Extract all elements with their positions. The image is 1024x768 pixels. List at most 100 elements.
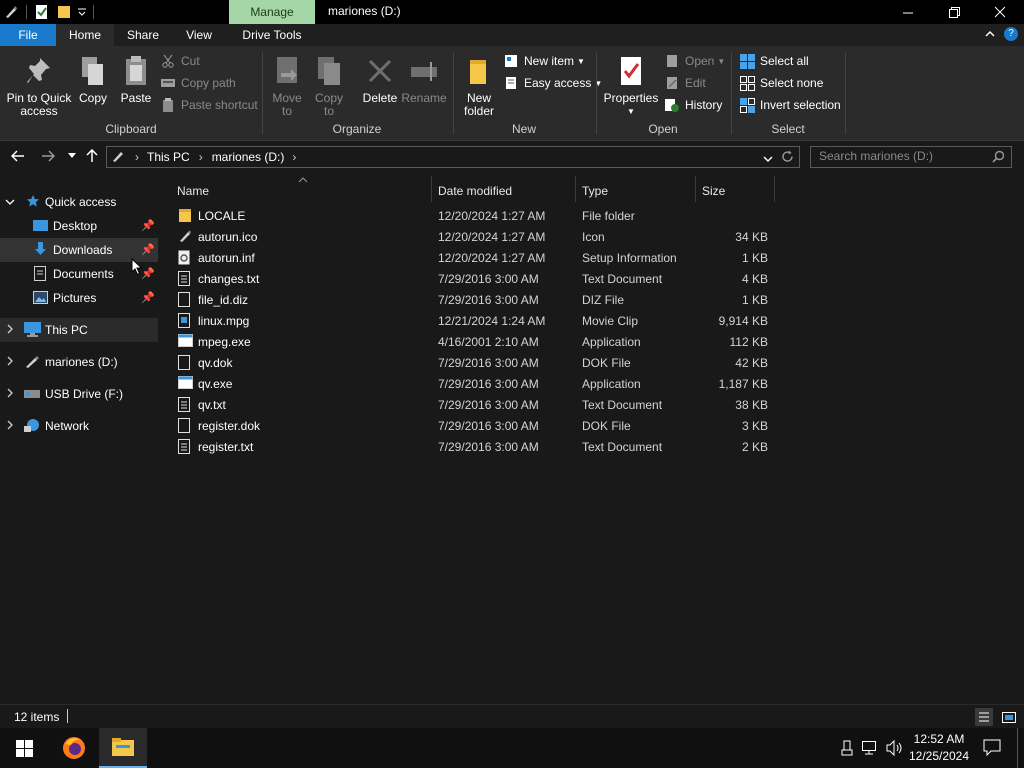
file-row[interactable]: qv.exe 7/29/2016 3:00 AM Application 1,187 …	[172, 373, 780, 394]
invert-selection-button[interactable]: Invert selection	[739, 95, 841, 115]
customize-toolbar-icon[interactable]	[77, 6, 87, 18]
address-bar[interactable]: › This PC › mariones (D:) ›	[106, 146, 800, 168]
copy-path-button[interactable]: Copy path	[160, 73, 236, 93]
file-row[interactable]: changes.txt 7/29/2016 3:00 AM Text Documen…	[172, 268, 780, 289]
column-divider[interactable]	[774, 176, 775, 202]
edit-button[interactable]: Edit	[664, 73, 706, 93]
minimize-ribbon-icon[interactable]	[984, 28, 996, 43]
address-history-dropdown[interactable]	[763, 152, 773, 166]
sidebar-item-usb-drive[interactable]: USB Drive (F:)	[0, 382, 158, 406]
file-explorer-taskbar-button[interactable]	[99, 728, 147, 768]
details-view-button[interactable]	[975, 708, 993, 726]
sidebar-item-pictures[interactable]: Pictures 📌	[0, 286, 158, 310]
file-row[interactable]: linux.mpg 12/21/2024 1:24 AM Movie Clip 9,9…	[172, 310, 780, 331]
new-folder-label-line2: folder	[463, 104, 495, 118]
expand-chevron-icon[interactable]	[7, 355, 14, 369]
sidebar-item-drive-d[interactable]: mariones (D:)	[0, 350, 158, 374]
column-divider[interactable]	[431, 176, 432, 202]
volume-tray-icon[interactable]	[886, 739, 904, 759]
minimize-button[interactable]	[885, 0, 931, 24]
expand-chevron-icon[interactable]	[7, 419, 14, 433]
cut-label: Cut	[181, 54, 200, 68]
pin-icon[interactable]: 📌	[141, 243, 155, 256]
tab-file[interactable]: File	[0, 24, 56, 46]
breadcrumb-separator[interactable]: ›	[199, 150, 203, 164]
sidebar-item-quick-access[interactable]: Quick access	[0, 190, 158, 214]
search-input[interactable]	[811, 147, 989, 165]
rename-button[interactable]: Rename	[401, 54, 447, 105]
start-button[interactable]	[0, 728, 48, 768]
properties-button[interactable]: Properties ▼	[603, 54, 659, 118]
up-button[interactable]	[83, 147, 101, 165]
column-header-name[interactable]: Name	[177, 178, 209, 204]
pin-icon[interactable]: 📌	[141, 219, 155, 232]
column-header-date-modified[interactable]: Date modified	[438, 178, 512, 204]
file-row[interactable]: qv.dok 7/29/2016 3:00 AM DOK File 42 KB	[172, 352, 780, 373]
network-tray-icon[interactable]	[862, 741, 880, 758]
help-icon[interactable]: ?	[1004, 27, 1018, 41]
show-desktop-button[interactable]	[1017, 728, 1018, 768]
column-header-type[interactable]: Type	[582, 178, 608, 204]
delete-button[interactable]: Delete	[360, 54, 400, 105]
paste-shortcut-button[interactable]: Paste shortcut	[160, 95, 258, 115]
history-button[interactable]: History	[664, 95, 722, 115]
forward-button[interactable]	[39, 147, 57, 165]
new-item-button[interactable]: New item ▼	[503, 51, 585, 71]
new-folder-button[interactable]: New folder	[459, 54, 499, 118]
file-row[interactable]: autorun.ico 12/20/2024 1:27 AM Icon 34 KB	[172, 226, 780, 247]
cut-button[interactable]: Cut	[160, 51, 200, 71]
clock[interactable]: 12:52 AM 12/25/2024	[908, 731, 970, 765]
column-header-size[interactable]: Size	[702, 178, 725, 204]
move-to-button[interactable]: Move to	[270, 54, 304, 118]
usb-eject-tray-icon[interactable]	[841, 740, 853, 759]
file-row[interactable]: file_id.diz 7/29/2016 3:00 AM DIZ File 1 KB	[172, 289, 780, 310]
manage-context-tab[interactable]: Manage	[229, 0, 315, 24]
sidebar-item-desktop[interactable]: Desktop 📌	[0, 214, 158, 238]
select-none-button[interactable]: Select none	[739, 73, 823, 93]
paste-button[interactable]: Paste	[118, 54, 154, 105]
properties-icon[interactable]	[35, 4, 49, 20]
pin-icon[interactable]: 📌	[141, 291, 155, 304]
file-size: 42 KB	[735, 355, 768, 370]
file-row[interactable]: autorun.inf 12/20/2024 1:27 AM Setup Infor…	[172, 247, 780, 268]
expand-chevron-icon[interactable]	[5, 195, 15, 209]
pin-icon[interactable]: 📌	[141, 267, 155, 280]
firefox-taskbar-button[interactable]	[50, 728, 98, 768]
sidebar-item-network[interactable]: Network	[0, 414, 158, 438]
breadcrumb-separator[interactable]: ›	[292, 150, 296, 164]
easy-access-button[interactable]: Easy access ▼	[503, 73, 602, 93]
expand-chevron-icon[interactable]	[7, 387, 14, 401]
large-icons-view-button[interactable]	[999, 708, 1019, 726]
tab-drive-tools[interactable]: Drive Tools	[229, 24, 315, 46]
breadcrumb-this-pc[interactable]: This PC	[147, 150, 190, 164]
search-icon[interactable]	[992, 150, 1005, 166]
breadcrumb-drive[interactable]: mariones (D:)	[212, 150, 285, 164]
refresh-button[interactable]	[781, 150, 794, 166]
close-button[interactable]	[977, 0, 1023, 24]
maximize-button[interactable]	[931, 0, 977, 24]
tab-home[interactable]: Home	[56, 24, 114, 46]
breadcrumb-separator[interactable]: ›	[135, 150, 139, 164]
recent-locations-button[interactable]	[63, 147, 81, 165]
sidebar-item-this-pc[interactable]: This PC	[0, 318, 158, 342]
select-all-button[interactable]: Select all	[739, 51, 809, 71]
file-row[interactable]: register.dok 7/29/2016 3:00 AM DOK File 3 K…	[172, 415, 780, 436]
open-button[interactable]: Open ▼	[664, 51, 725, 71]
tab-view[interactable]: View	[172, 24, 226, 46]
copy-button[interactable]: Copy	[76, 54, 110, 105]
file-row[interactable]: qv.txt 7/29/2016 3:00 AM Text Document 38 K…	[172, 394, 780, 415]
file-row[interactable]: mpeg.exe 4/16/2001 2:10 AM Application 112 …	[172, 331, 780, 352]
new-folder-icon[interactable]	[57, 5, 71, 19]
file-row[interactable]: LOCALE 12/20/2024 1:27 AM File folder	[172, 205, 780, 226]
column-divider[interactable]	[575, 176, 576, 202]
pin-to-quick-access-button[interactable]: Pin to Quick access	[6, 54, 72, 118]
file-row[interactable]: register.txt 7/29/2016 3:00 AM Text Docume…	[172, 436, 780, 457]
tab-share[interactable]: Share	[116, 24, 170, 46]
copy-to-button[interactable]: Copy to	[312, 54, 346, 118]
back-button[interactable]	[9, 147, 27, 165]
expand-chevron-icon[interactable]	[7, 323, 14, 337]
column-divider[interactable]	[695, 176, 696, 202]
search-box[interactable]	[810, 146, 1012, 168]
drive-pen-icon[interactable]	[4, 5, 18, 19]
notifications-tray-icon[interactable]	[983, 739, 1001, 759]
